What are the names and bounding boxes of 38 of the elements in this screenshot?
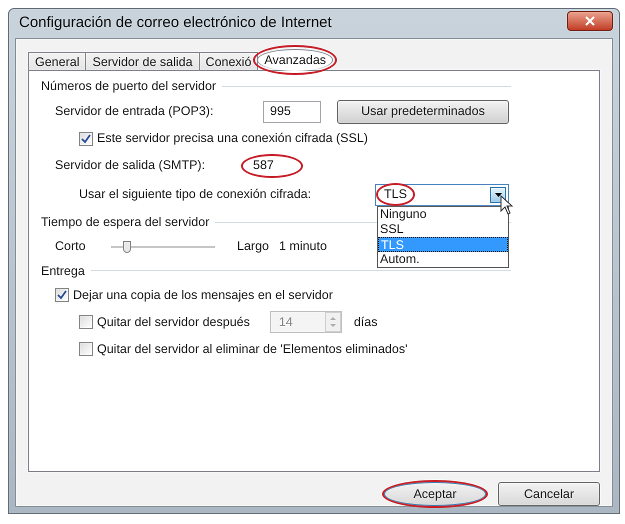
checkbox[interactable] [55, 288, 69, 302]
group-heading: Entrega [41, 262, 85, 280]
close-button[interactable] [567, 11, 613, 31]
dialog-button[interactable]: Aceptar [384, 482, 486, 506]
check-icon [57, 290, 67, 300]
checkbox-label: Quitar del servidor después [97, 314, 250, 331]
group-heading: Números de puerto del servidor [41, 78, 216, 95]
checkbox-row[interactable]: Dejar una copia de los mensajes en el servidor [55, 286, 333, 305]
checkbox-row[interactable]: Quitar del servidor al eliminar de 'Elementos eliminados' [79, 340, 408, 359]
tab[interactable]: Conexió [198, 52, 258, 71]
timeout-slider[interactable] [111, 240, 215, 254]
checkbox[interactable] [79, 342, 93, 356]
dropdown-option[interactable]: SSL [378, 222, 508, 237]
field-label: Servidor de entrada (POP3): [55, 103, 214, 120]
checkbox-label: Dejar una copia de los mensajes en el servidor [73, 286, 333, 304]
slider-thumb[interactable] [122, 240, 131, 252]
dropdown-option[interactable]: Autom. [378, 252, 508, 267]
checkbox[interactable] [79, 132, 93, 146]
tab[interactable]: General [28, 52, 86, 71]
spinner-value: 14 [278, 314, 293, 331]
field-label: Servidor de salida (SMTP): [55, 157, 206, 174]
checkbox-row[interactable]: Este servidor precisa una conexión cifrada (SSL) [79, 129, 368, 148]
unit-label: días [354, 314, 378, 331]
checkbox-label: Quitar del servidor al eliminar de 'Elementos eliminados' [97, 340, 408, 358]
slider-label: Largo [237, 238, 269, 256]
group-heading: Tiempo de espera del servidor [41, 214, 210, 231]
close-icon [585, 16, 595, 26]
check-icon [81, 134, 91, 144]
window-title: Configuración de correo electrónico de Internet [19, 13, 332, 34]
port-field[interactable]: 587 [241, 154, 303, 178]
slider-label: Corto [55, 238, 87, 256]
defaults-button[interactable]: Usar predeterminados [337, 100, 509, 124]
timeout-reading: 1 minuto [278, 238, 327, 256]
dialog-button[interactable]: Cancelar [498, 482, 600, 506]
port-field[interactable]: 995 [263, 100, 321, 123]
checkbox-label: Este servidor precisa una conexión cifrada (SSL) [97, 130, 368, 148]
tab[interactable]: Servidor de salida [85, 52, 200, 71]
field-label: Usar el siguiente tipo de conexión cifrada: [79, 186, 312, 204]
